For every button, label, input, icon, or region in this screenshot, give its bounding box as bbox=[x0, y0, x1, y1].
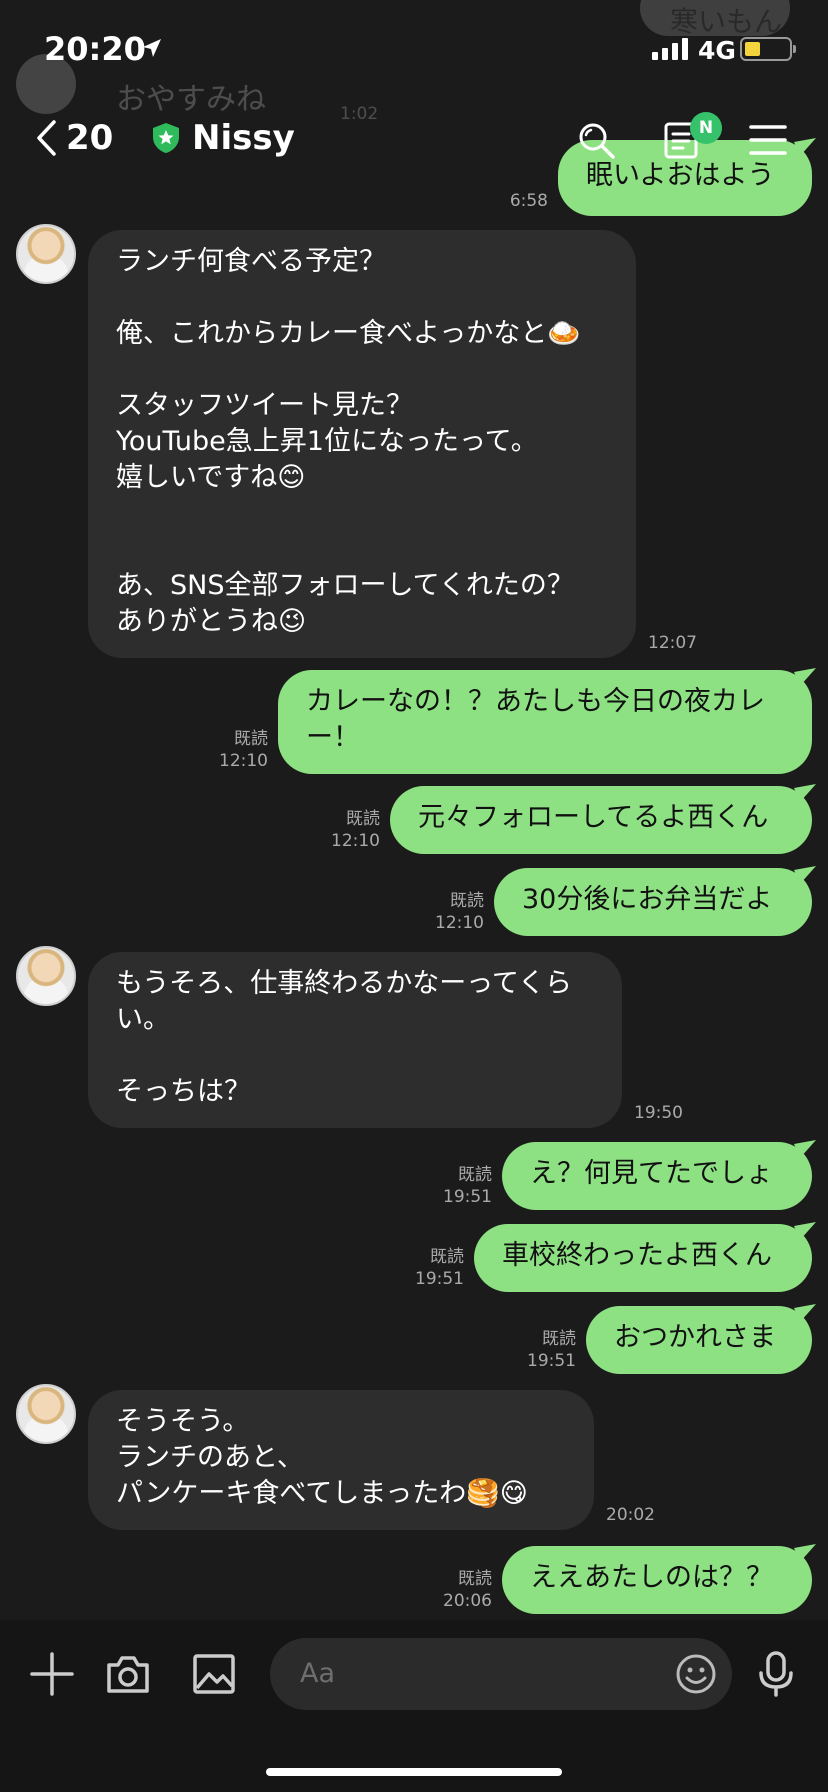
avatar[interactable] bbox=[16, 224, 76, 284]
image-icon[interactable] bbox=[190, 1650, 238, 1698]
message-meta: 既読 19:51 bbox=[527, 1328, 576, 1372]
message-time: 19:51 bbox=[527, 1351, 576, 1371]
bubble-tail bbox=[794, 1544, 816, 1562]
message-time: 12:10 bbox=[219, 751, 268, 771]
camera-icon[interactable] bbox=[104, 1650, 152, 1698]
read-receipt: 既読 bbox=[346, 809, 380, 829]
search-icon[interactable] bbox=[576, 120, 616, 160]
read-receipt: 既読 bbox=[458, 1165, 492, 1185]
bubble-tail bbox=[794, 1222, 816, 1240]
battery-icon bbox=[740, 37, 796, 61]
read-receipt: 既読 bbox=[542, 1329, 576, 1349]
outgoing-message[interactable]: ええあたしのは？？ bbox=[502, 1546, 812, 1614]
outgoing-message[interactable]: おつかれさま bbox=[586, 1306, 812, 1374]
menu-icon[interactable] bbox=[748, 120, 788, 160]
message-meta: 既読 12:10 bbox=[331, 808, 380, 852]
bubble-tail bbox=[794, 1304, 816, 1322]
back-chevron-icon bbox=[37, 120, 56, 156]
incoming-message[interactable]: ランチ何食べる予定？ 俺、これからカレー食べよっかなと🍛 スタッフツイート見た？… bbox=[88, 230, 636, 658]
outgoing-message[interactable]: カレーなの！？あたしも今日の夜カレ ー！ bbox=[278, 670, 812, 774]
message-time: 19:51 bbox=[415, 1269, 464, 1289]
emoji-icon[interactable] bbox=[674, 1652, 718, 1696]
avatar[interactable] bbox=[16, 946, 76, 1006]
location-arrow-icon bbox=[143, 39, 161, 57]
status-time: 20:20 bbox=[44, 30, 146, 68]
back-button[interactable]: 20 bbox=[36, 118, 113, 158]
message-meta: 既読 19:51 bbox=[415, 1246, 464, 1290]
incoming-message[interactable]: そうそう。 ランチのあと、 パンケーキ食べてしまったわ🥞😋 bbox=[88, 1390, 594, 1530]
input-placeholder: Aa bbox=[300, 1658, 336, 1689]
message-time: 12:07 bbox=[648, 633, 697, 653]
message-meta: 既読 12:10 bbox=[435, 890, 484, 934]
incoming-message[interactable]: もうそろ、仕事終わるかなーってくら い。 そっちは？ bbox=[88, 952, 622, 1128]
notes-new-badge: N bbox=[690, 112, 722, 144]
message-time: 20:06 bbox=[443, 1591, 492, 1611]
bubble-tail bbox=[794, 668, 816, 686]
shield-star-icon bbox=[153, 123, 179, 153]
microphone-icon[interactable] bbox=[752, 1650, 800, 1698]
message-time: 12:10 bbox=[435, 913, 484, 933]
message-time: 20:02 bbox=[606, 1505, 655, 1525]
read-receipt: 既読 bbox=[458, 1569, 492, 1589]
message-toolbar: Aa bbox=[0, 1620, 828, 1792]
network-type: 4G bbox=[698, 36, 736, 65]
bubble-tail bbox=[794, 1140, 816, 1158]
outgoing-message[interactable]: 元々フォローしてるよ西くん bbox=[390, 786, 812, 854]
chat-name[interactable]: Nissy bbox=[192, 118, 295, 158]
message-meta: 6:58 bbox=[510, 190, 548, 212]
outgoing-message[interactable]: 車校終わったよ西くん bbox=[474, 1224, 812, 1292]
message-time: 19:50 bbox=[634, 1103, 683, 1123]
outgoing-message[interactable]: え？何見てたでしょ bbox=[502, 1142, 812, 1210]
plus-icon[interactable] bbox=[28, 1650, 76, 1698]
read-receipt: 既読 bbox=[450, 891, 484, 911]
message-meta: 既読 19:51 bbox=[443, 1164, 492, 1208]
message-time: 19:51 bbox=[443, 1187, 492, 1207]
signal-icon bbox=[652, 38, 688, 60]
bubble-tail bbox=[794, 784, 816, 802]
unread-count: 20 bbox=[66, 118, 114, 158]
outgoing-message[interactable]: 30分後にお弁当だよ bbox=[494, 868, 812, 936]
read-receipt: 既読 bbox=[234, 729, 268, 749]
message-meta: 既読 20:06 bbox=[443, 1568, 492, 1612]
status-bar: 20:20 4G bbox=[0, 0, 828, 100]
read-receipt: 既読 bbox=[430, 1247, 464, 1267]
message-time: 12:10 bbox=[331, 831, 380, 851]
avatar[interactable] bbox=[16, 1384, 76, 1444]
message-input[interactable]: Aa bbox=[270, 1638, 732, 1710]
message-time: 6:58 bbox=[509, 191, 548, 211]
bubble-tail bbox=[794, 866, 816, 884]
message-meta: 既読 12:10 bbox=[219, 728, 268, 772]
home-indicator[interactable] bbox=[266, 1768, 562, 1776]
